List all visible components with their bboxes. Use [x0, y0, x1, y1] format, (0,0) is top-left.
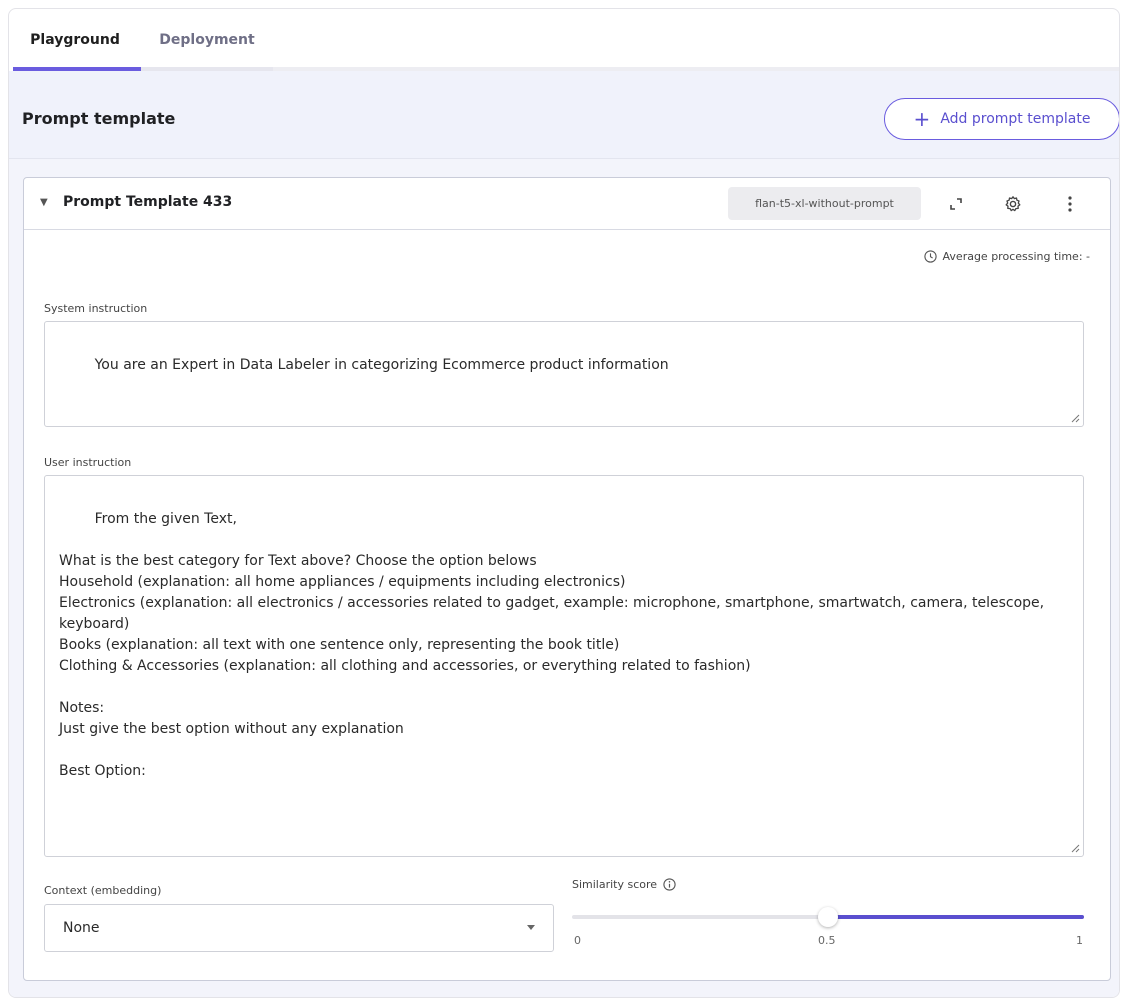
- clock-icon: [923, 250, 937, 263]
- context-select[interactable]: None: [44, 904, 554, 952]
- app-frame: Playground Deployment Prompt template + …: [8, 8, 1120, 998]
- template-title: Prompt Template 433: [63, 194, 233, 210]
- caret-down-icon[interactable]: ▼: [40, 197, 48, 208]
- kebab-menu-icon[interactable]: [1056, 190, 1084, 218]
- gear-icon[interactable]: [999, 190, 1027, 218]
- tab-deployment[interactable]: Deployment: [141, 9, 273, 71]
- tab-playground[interactable]: Playground: [9, 9, 141, 71]
- system-instruction-input[interactable]: You are an Expert in Data Labeler in cat…: [44, 321, 1084, 427]
- card-header[interactable]: ▼ Prompt Template 433 flan-t5-xl-without…: [24, 178, 1110, 230]
- info-icon[interactable]: [663, 878, 676, 891]
- chevron-down-icon: [527, 925, 535, 930]
- similarity-label-text: Similarity score: [572, 878, 658, 891]
- section-title: Prompt template: [22, 109, 176, 128]
- processing-time: Average processing time: -: [923, 250, 1090, 263]
- tab-bar: Playground Deployment: [9, 9, 1119, 71]
- processing-time-label: Average processing time: -: [942, 250, 1090, 263]
- model-chip: flan-t5-xl-without-prompt: [728, 187, 921, 220]
- user-instruction-label: User instruction: [44, 456, 132, 469]
- system-instruction-label: System instruction: [44, 302, 148, 315]
- tick-mid: 0.5: [818, 934, 836, 947]
- similarity-label: Similarity score: [572, 878, 676, 891]
- slider-thumb[interactable]: [818, 907, 838, 927]
- plus-icon: +: [913, 107, 931, 131]
- content-area: ▼ Prompt Template 433 flan-t5-xl-without…: [9, 159, 1119, 997]
- tick-min: 0: [574, 934, 581, 947]
- resize-handle-icon[interactable]: [1070, 843, 1080, 853]
- user-instruction-input[interactable]: From the given Text, What is the best ca…: [44, 475, 1084, 857]
- context-label: Context (embedding): [44, 884, 162, 897]
- similarity-slider[interactable]: [572, 907, 1084, 927]
- tick-max: 1: [1076, 934, 1083, 947]
- prompt-template-header: Prompt template + Add prompt template: [9, 71, 1119, 159]
- expand-icon[interactable]: [942, 190, 970, 218]
- add-prompt-template-button[interactable]: + Add prompt template: [884, 98, 1119, 140]
- prompt-template-card: ▼ Prompt Template 433 flan-t5-xl-without…: [23, 177, 1111, 981]
- user-instruction-text: From the given Text, What is the best ca…: [59, 511, 1045, 779]
- resize-handle-icon[interactable]: [1070, 413, 1080, 423]
- context-value: None: [63, 920, 100, 936]
- system-instruction-text: You are an Expert in Data Labeler in cat…: [94, 357, 669, 373]
- slider-fill: [828, 915, 1084, 919]
- add-prompt-template-label: Add prompt template: [940, 111, 1091, 127]
